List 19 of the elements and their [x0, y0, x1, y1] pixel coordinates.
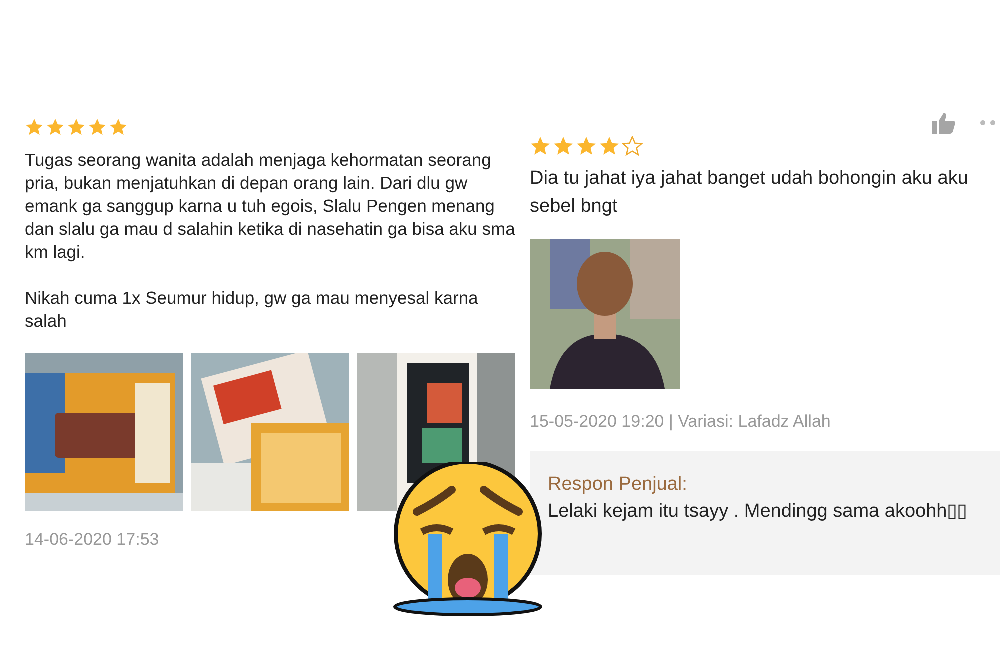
- star-icon: [553, 136, 574, 157]
- star-icon: [88, 118, 107, 137]
- star-icon: [576, 136, 597, 157]
- review-date: 14-06-2020 17:53: [25, 529, 160, 551]
- more-icon[interactable]: [980, 120, 996, 126]
- review-text: Dia tu jahat iya jahat banget udah bohongin aku aku sebel bngt: [530, 167, 970, 219]
- star-icon: [46, 118, 65, 137]
- reply-label: Respon Penjual:: [548, 472, 688, 496]
- star-icon: [530, 136, 551, 157]
- thumbs-up-icon[interactable]: [932, 112, 956, 134]
- review-date: 15-05-2020 19:20 | Variasi: Lafadz Allah: [530, 411, 832, 433]
- star-icon: [25, 118, 44, 137]
- star-icon: [109, 118, 128, 137]
- star-icon: [67, 118, 86, 137]
- crying-face-icon: [392, 462, 544, 617]
- review-text: Tugas seorang wanita adalah menjaga kehormatan seorang pria, bukan menjatuhkan di depan orang lain. Dari dlu gw emank ga sanggup karna u tuh egois, Slalu Pengen menang dan slalu ga mau d salahin ketika di nasehatin ga bisa aku sma km lagi. Nikah cuma 1x Seumur hidup, gw ga mau menyesal karna salah: [25, 149, 516, 333]
- star-icon: [622, 136, 643, 157]
- star-icon: [599, 136, 620, 157]
- reply-text: Lelaki kejam itu tsayy . Mendingg sama akoohh▯▯: [548, 500, 968, 524]
